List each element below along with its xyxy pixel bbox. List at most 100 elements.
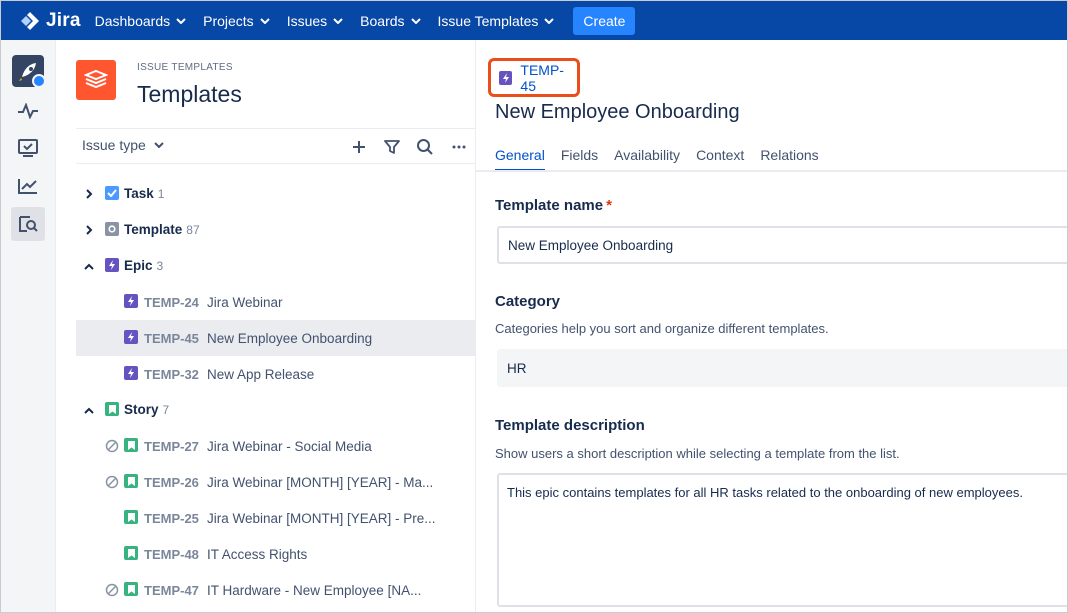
pulse-icon[interactable] — [11, 94, 45, 128]
story-bookmark-icon — [105, 402, 119, 416]
search-document-icon[interactable] — [11, 207, 45, 241]
tab-general[interactable]: General — [495, 147, 545, 171]
chevron-down-icon — [176, 17, 186, 24]
task-checkbox-icon — [105, 186, 119, 200]
chevron-down-icon — [410, 17, 421, 24]
nav-dashboards[interactable]: Dashboards — [95, 13, 187, 29]
issue-templates-logo-icon — [76, 60, 116, 100]
templates-panel: ISSUE TEMPLATES Templates Issue type Tas… — [56, 40, 476, 612]
item-key: TEMP-45 — [144, 331, 199, 346]
issue-title: New Employee Onboarding — [495, 101, 740, 123]
template-name-input[interactable]: New Employee Onboarding — [497, 226, 1067, 264]
item-key: TEMP-26 — [144, 475, 199, 490]
tree-group-task[interactable]: Task 1 — [76, 176, 476, 212]
category-select[interactable]: HR — [497, 349, 1067, 387]
detail-tabs: General Fields Availability Context Rela… — [495, 147, 835, 171]
tree-item-selected[interactable]: TEMP-45 New Employee Onboarding — [76, 320, 476, 356]
tree-group-label: Epic 3 — [124, 258, 164, 273]
more-icon[interactable] — [447, 135, 471, 159]
story-bookmark-icon — [124, 510, 138, 524]
epic-bolt-icon — [124, 366, 138, 380]
chevron-down-icon — [544, 17, 555, 24]
story-bookmark-icon — [124, 438, 138, 452]
nav-boards[interactable]: Boards — [360, 12, 421, 29]
item-summary: Jira Webinar - Social Media — [207, 439, 372, 454]
disabled-icon — [105, 583, 119, 597]
tab-fields[interactable]: Fields — [561, 147, 598, 171]
description-textarea[interactable]: This epic contains templates for all HR … — [497, 473, 1067, 607]
template-icon — [105, 222, 119, 236]
disabled-icon — [105, 475, 119, 489]
item-summary: New App Release — [207, 367, 315, 382]
app-window: Jira Dashboards Projects Issues Boards I… — [0, 0, 1068, 613]
template-name-label: Template name * — [495, 197, 612, 214]
notification-badge-icon — [32, 74, 46, 88]
tree-item[interactable]: TEMP-32 New App Release — [76, 356, 476, 392]
chevron-up-icon[interactable] — [82, 403, 96, 417]
left-rail — [1, 40, 56, 612]
panel-overline: ISSUE TEMPLATES — [137, 62, 233, 73]
jira-logo-icon — [21, 11, 39, 30]
template-detail: TEMP-45 New Employee Onboarding General … — [476, 40, 1067, 612]
chart-trend-icon[interactable] — [11, 169, 45, 203]
chevron-down-icon — [333, 17, 343, 24]
top-navigation: Jira Dashboards Projects Issues Boards I… — [1, 1, 1067, 40]
tree-item[interactable]: TEMP-24 Jira Webinar — [76, 284, 476, 320]
story-bookmark-icon — [124, 546, 138, 560]
chevron-up-icon[interactable] — [82, 259, 96, 273]
brand-name: Jira — [46, 9, 81, 31]
tab-relations[interactable]: Relations — [760, 147, 818, 171]
description-label: Template description — [495, 417, 645, 434]
item-summary: IT Access Rights — [207, 547, 308, 562]
tree-item[interactable]: TEMP-47 IT Hardware - New Employee [NA..… — [76, 572, 476, 608]
epic-bolt-icon — [105, 258, 119, 272]
issue-type-filter-label: Issue type — [82, 137, 146, 153]
item-summary: Jira Webinar [MONTH] [YEAR] - Pre... — [207, 511, 436, 526]
category-label: Category — [495, 293, 561, 310]
tree-item[interactable]: TEMP-25 Jira Webinar [MONTH] [YEAR] - Pr… — [76, 500, 476, 536]
chevron-down-icon — [154, 142, 164, 148]
template-tree: Task 1 Template 87 Epic 3 TEMP-24 Jira Webi… — [76, 176, 476, 608]
tree-item[interactable]: TEMP-26 Jira Webinar [MONTH] [YEAR] - Ma… — [76, 464, 476, 500]
nav-projects[interactable]: Projects — [203, 13, 270, 29]
board-check-icon[interactable] — [11, 131, 45, 165]
item-summary: IT Hardware - New Employee [NA... — [207, 583, 422, 598]
tree-group-epic[interactable]: Epic 3 — [76, 248, 476, 284]
issue-type-filter[interactable]: Issue type — [82, 137, 164, 153]
chevron-right-icon[interactable] — [82, 187, 96, 201]
tree-group-label: Story 7 — [124, 402, 170, 417]
category-help: Categories help you sort and organize di… — [495, 321, 829, 336]
filter-icon[interactable] — [380, 135, 404, 159]
story-bookmark-icon — [124, 582, 138, 596]
item-summary: Jira Webinar [MONTH] [YEAR] - Ma... — [207, 475, 434, 490]
nav-issues-label: Issues — [286, 12, 328, 29]
tree-item[interactable]: TEMP-48 IT Access Rights — [76, 536, 476, 572]
search-icon[interactable] — [413, 135, 437, 159]
nav-issues[interactable]: Issues — [287, 13, 343, 29]
tree-group-label: Task 1 — [124, 186, 165, 201]
nav-dashboards-label: Dashboards — [94, 12, 171, 29]
jira-logo[interactable]: Jira — [19, 10, 81, 32]
item-key: TEMP-32 — [144, 367, 199, 382]
chevron-right-icon[interactable] — [82, 223, 96, 237]
item-key: TEMP-24 — [144, 295, 199, 310]
nav-issue-templates[interactable]: Issue Templates — [438, 13, 555, 29]
epic-bolt-icon — [499, 70, 513, 85]
create-button[interactable]: Create — [573, 6, 636, 35]
chevron-down-icon — [259, 17, 270, 24]
issue-key-link[interactable]: TEMP-45 — [488, 58, 580, 97]
nav-boards-label: Boards — [360, 12, 405, 29]
issue-key-text: TEMP-45 — [520, 61, 564, 94]
tab-context[interactable]: Context — [696, 147, 744, 171]
tree-item[interactable]: TEMP-27 Jira Webinar - Social Media — [76, 428, 476, 464]
tree-group-template[interactable]: Template 87 — [76, 212, 476, 248]
required-mark: * — [606, 197, 612, 214]
tree-group-label: Template 87 — [124, 222, 200, 237]
add-icon[interactable] — [347, 135, 371, 159]
nav-projects-label: Projects — [203, 12, 254, 29]
epic-bolt-icon — [124, 330, 138, 344]
tree-group-story[interactable]: Story 7 — [76, 392, 476, 428]
story-bookmark-icon — [124, 474, 138, 488]
tab-availability[interactable]: Availability — [614, 147, 680, 171]
description-help: Show users a short description while sel… — [495, 446, 900, 461]
